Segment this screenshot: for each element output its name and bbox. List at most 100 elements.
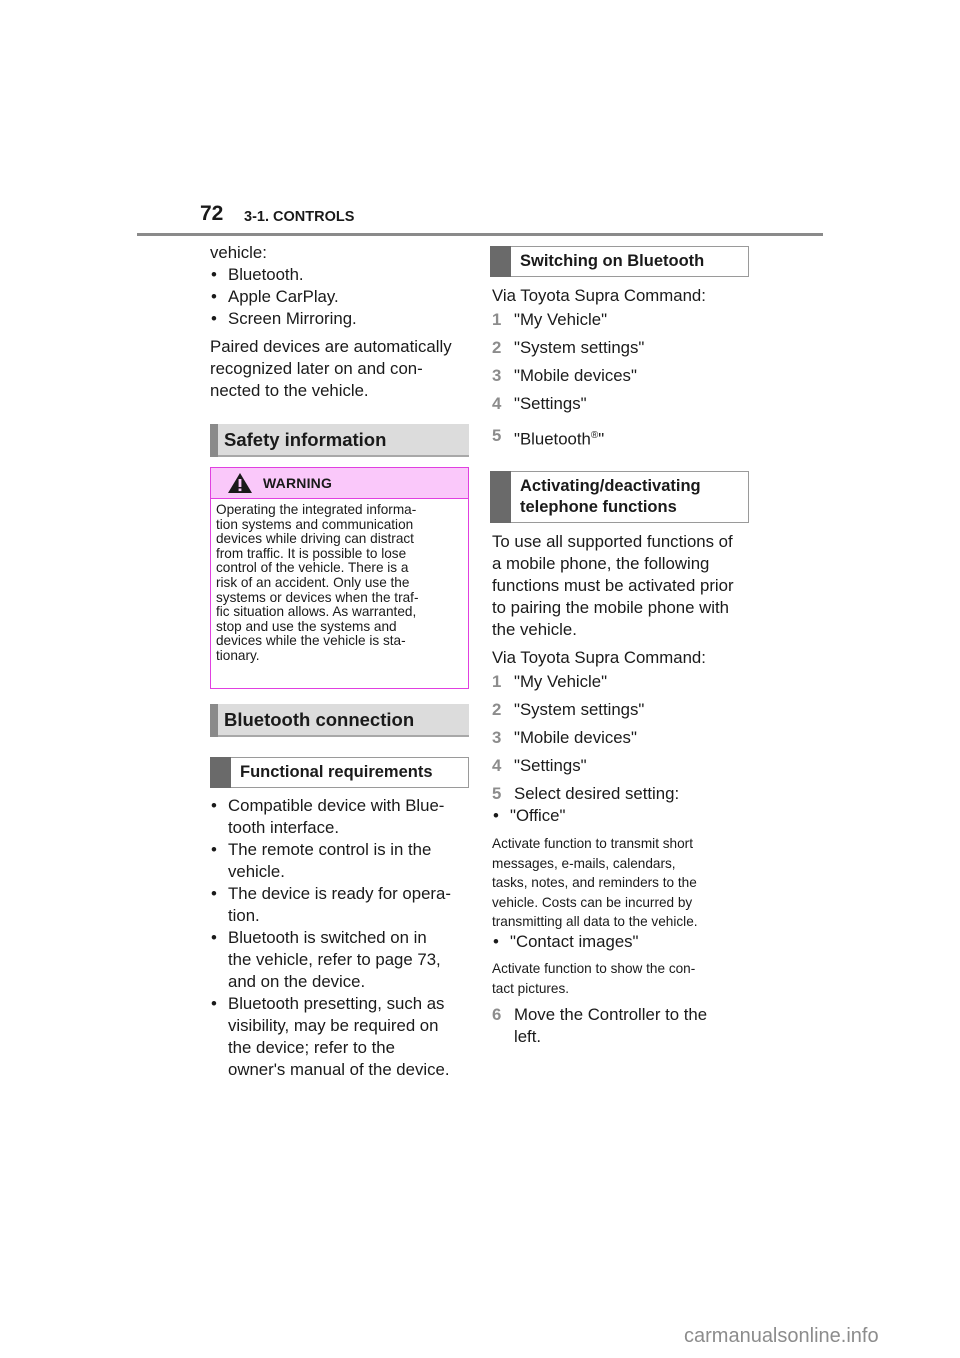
step-number: 6 bbox=[492, 1005, 502, 1024]
office-description: Activate function to transmit short mess… bbox=[492, 834, 757, 932]
heading-safety-information: Safety information bbox=[210, 424, 469, 457]
list-item: Bluetooth presetting, such as visibility… bbox=[210, 993, 475, 1081]
steps-lead: Via Toyota Supra Command: bbox=[492, 286, 706, 305]
step-text: "Settings" bbox=[514, 756, 587, 775]
step-item: 2 "System settings" bbox=[492, 337, 757, 359]
step-number: 3 bbox=[492, 366, 502, 385]
text-line: nected to the vehicle. bbox=[210, 381, 369, 400]
contact-description: Activate function to show the con- tact … bbox=[492, 959, 757, 998]
step-number: 2 bbox=[492, 338, 502, 357]
text-line: messages, e-mails, calendars, bbox=[492, 855, 676, 871]
text-line: recognized later on and con- bbox=[210, 359, 423, 378]
warning-triangle-icon bbox=[228, 473, 252, 493]
text-line: the vehicle. bbox=[492, 620, 577, 639]
step-text: "System settings" bbox=[514, 338, 645, 357]
warning-text: Operating the integrated informa- tion s… bbox=[211, 499, 468, 664]
text-line: to pairing the mobile phone with bbox=[492, 598, 729, 617]
text-line: control of the vehicle. There is a bbox=[216, 560, 409, 576]
warning-header: WARNING bbox=[211, 468, 468, 499]
step-number: 5 bbox=[492, 426, 502, 445]
list-item: Compatible device with Blue- tooth inter… bbox=[210, 795, 475, 839]
text-line: the vehicle, refer to page 73, bbox=[228, 950, 441, 969]
step-text: Select desired setting: bbox=[514, 784, 680, 803]
step-item: 2 "System settings" bbox=[492, 699, 757, 721]
text-line: functions must be activated prior bbox=[492, 576, 734, 595]
text-line: tion. bbox=[228, 906, 260, 925]
text-line: systems or devices when the traf- bbox=[216, 589, 419, 605]
warning-label: WARNING bbox=[263, 475, 333, 491]
text-line: To use all supported functions of bbox=[492, 532, 733, 551]
text-line: telephone functions bbox=[520, 498, 677, 516]
page-number: 72 bbox=[200, 202, 224, 225]
step-text: "Bluetooth bbox=[514, 429, 591, 449]
step-item: 5 Select desired setting: bbox=[492, 783, 757, 805]
text-line: transmitting all data to the vehicle. bbox=[492, 914, 698, 929]
text-line: Paired devices are automatically bbox=[210, 337, 452, 356]
heading-text: Safety information bbox=[224, 428, 387, 450]
text-line: risk of an accident. Only use the bbox=[216, 574, 410, 590]
heading-bluetooth-connection: Bluetooth connection bbox=[210, 704, 469, 737]
step-text: "Mobile devices" bbox=[514, 728, 637, 747]
step-item: 3 "Mobile devices" bbox=[492, 365, 757, 387]
step-number: 4 bbox=[492, 394, 502, 413]
text-line: a mobile phone, the following bbox=[492, 554, 710, 573]
text-line: vehicle. Costs can be incurred by bbox=[492, 894, 693, 910]
step-item: 4 "Settings" bbox=[492, 755, 757, 777]
intro-lead: vehicle: bbox=[210, 243, 267, 262]
text-line: the device; refer to the bbox=[228, 1038, 395, 1057]
text-line: vehicle. bbox=[228, 862, 285, 881]
heading-text: Bluetooth connection bbox=[224, 708, 415, 730]
step-item: 3 "Mobile devices" bbox=[492, 727, 757, 749]
text-line: devices while driving can distract bbox=[216, 531, 414, 547]
text-line: tasks, notes, and reminders to the bbox=[492, 875, 697, 890]
text-line: tact pictures. bbox=[492, 980, 570, 996]
contact-bullet: "Contact images" bbox=[492, 931, 757, 953]
warning-box: WARNING Operating the integrated informa… bbox=[210, 467, 469, 689]
text-line: Bluetooth presetting, such as bbox=[228, 994, 445, 1013]
text-line: Compatible device with Blue- bbox=[228, 796, 445, 815]
heading-text: Switching on Bluetooth bbox=[520, 252, 705, 270]
step-item: 6 Move the Controller to the left. bbox=[492, 1004, 779, 1048]
text-line: Move the Controller to the bbox=[514, 1005, 708, 1024]
text-line: Activating/deactivating bbox=[520, 477, 701, 495]
step-number: 3 bbox=[492, 728, 502, 747]
steps-lead: Via Toyota Supra Command: bbox=[492, 648, 706, 667]
office-bullet: "Office" bbox=[492, 805, 757, 827]
heading-text: Functional requirements bbox=[240, 763, 433, 781]
step-item: 1 "My Vehicle" bbox=[492, 671, 757, 693]
text-line: stop and use the systems and bbox=[216, 618, 397, 634]
list-item: "Contact images" bbox=[492, 931, 757, 953]
text-line: visibility, may be required on bbox=[228, 1016, 439, 1035]
text-line: tionary. bbox=[216, 647, 260, 663]
step-number: 1 bbox=[492, 310, 502, 329]
text-line: left. bbox=[514, 1027, 542, 1046]
text-line: Operating the integrated informa- bbox=[216, 502, 417, 517]
text-line: devices while the vehicle is sta- bbox=[216, 633, 406, 649]
heading-functional-requirements: Functional requirements bbox=[210, 757, 469, 788]
intro-bullets: Bluetooth. Apple CarPlay. Screen Mirrori… bbox=[210, 264, 475, 330]
list-item: Bluetooth is switched on in the vehicle,… bbox=[210, 927, 475, 993]
step-item: 4 "Settings" bbox=[492, 393, 757, 415]
text-line: owner's manual of the device. bbox=[228, 1060, 450, 1079]
requirements-list: Compatible device with Blue- tooth inter… bbox=[210, 795, 475, 1081]
step-text-tail: " bbox=[598, 429, 605, 449]
intro-block: vehicle: Bluetooth. Apple CarPlay. Scree… bbox=[210, 242, 475, 402]
text-line: tooth interface. bbox=[228, 818, 340, 837]
text-line: Bluetooth is switched on in bbox=[228, 928, 427, 947]
section-title: 3-1. CONTROLS bbox=[244, 209, 355, 225]
text-line: Activate function to show the con- bbox=[492, 961, 696, 976]
step-text: "System settings" bbox=[514, 700, 645, 719]
step-text: "Settings" bbox=[514, 394, 587, 413]
step-text: "My Vehicle" bbox=[514, 672, 608, 691]
text-line: Activate function to transmit short bbox=[492, 836, 693, 851]
step-number: 4 bbox=[492, 756, 502, 775]
text-line: fic situation allows. As warranted, bbox=[216, 604, 417, 620]
switching-steps: Via Toyota Supra Command: 1 "My Vehicle" … bbox=[492, 285, 757, 451]
paired-devices-text: Paired devices are automatically recogni… bbox=[210, 336, 475, 402]
text-line: The remote control is in the bbox=[228, 840, 432, 859]
list-item: "Office" bbox=[492, 805, 757, 827]
step-item: 1 "My Vehicle" bbox=[492, 309, 757, 331]
heading-switching-on-bluetooth: Switching on Bluetooth bbox=[490, 246, 749, 277]
step-item: 5 "Bluetooth®" bbox=[492, 425, 757, 451]
step-number: 5 bbox=[492, 784, 502, 803]
